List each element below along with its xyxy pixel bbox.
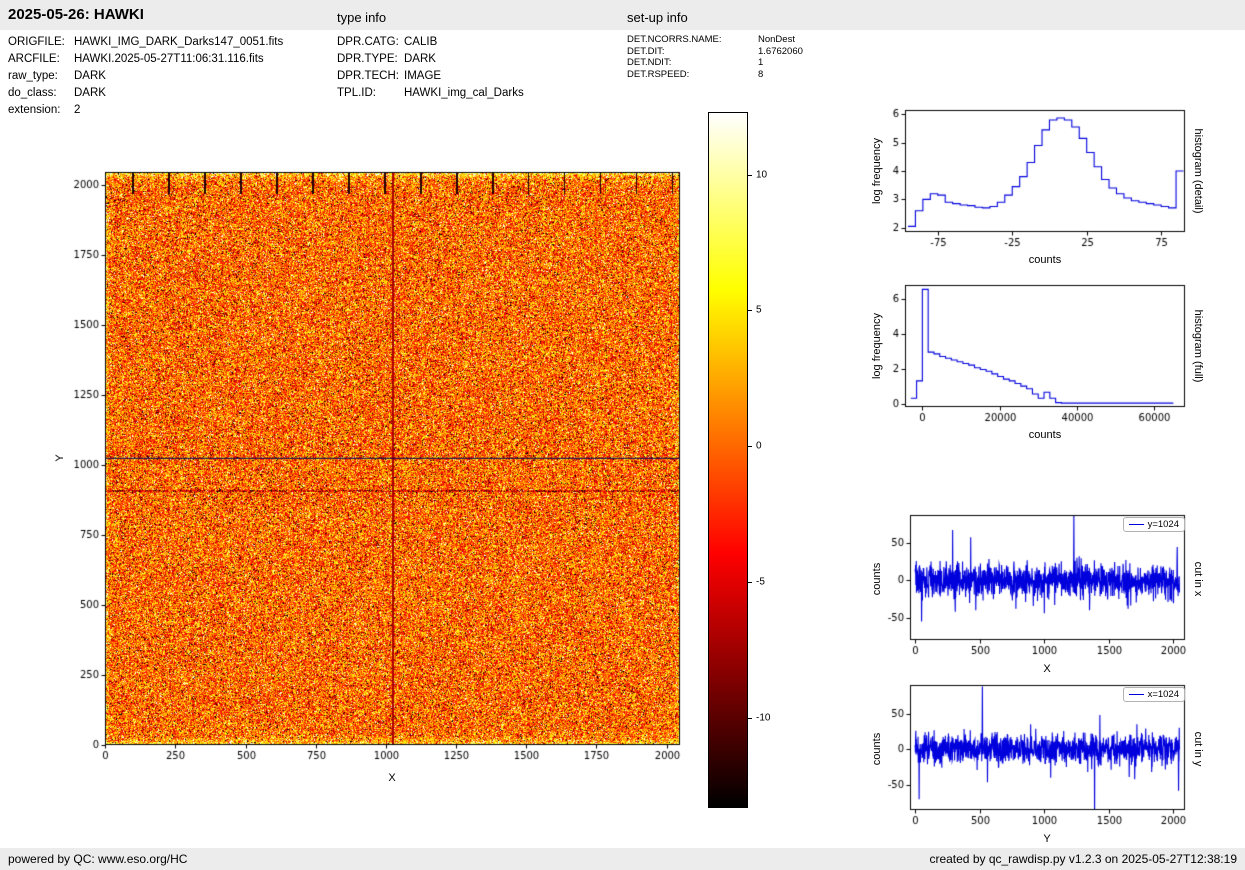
histogram-full-canvas (855, 275, 1210, 450)
metadata-row: ARCFILE:HAWKI.2025-05-27T11:06:31.116.fi… (8, 51, 283, 68)
legend-line-icon (1129, 694, 1144, 695)
histogram-detail-plot: log frequency histogram (detail) counts (855, 100, 1215, 285)
metadata-value: HAWKI.2025-05-27T11:06:31.116.fits (74, 51, 264, 68)
type-info-column: DPR.CATG:CALIBDPR.TYPE:DARKDPR.TECH:IMAG… (337, 34, 524, 102)
histogram-detail-canvas (855, 100, 1210, 275)
metadata-key: TPL.ID: (337, 85, 404, 102)
histogram-detail-xlabel: counts (1029, 254, 1061, 266)
cut-in-y-side-label: cut in y (1192, 732, 1204, 767)
colorbar: 10 5 0 -5 -10 (708, 112, 798, 808)
legend-line-icon (1129, 524, 1144, 525)
histogram-full-xlabel: counts (1029, 429, 1061, 441)
metadata-value: DARK (74, 68, 106, 85)
metadata-value: NonDest (758, 34, 795, 46)
metadata-value: IMAGE (404, 68, 441, 85)
colorbar-tick-mark (748, 310, 752, 311)
metadata-row: DET.DIT:1.6762060 (627, 46, 803, 58)
histogram-full-ylabel: log frequency (871, 313, 883, 379)
metadata-row: DPR.TYPE:DARK (337, 51, 524, 68)
metadata-row: DPR.TECH:IMAGE (337, 68, 524, 85)
cut-in-y-legend: x=1024 (1123, 687, 1185, 702)
metadata-value: CALIB (404, 34, 437, 51)
metadata-key: DET.NCORRS.NAME: (627, 34, 758, 46)
cut-in-y-legend-label: x=1024 (1148, 689, 1179, 700)
colorbar-tick-mark (748, 582, 752, 583)
metadata-row: DET.NDIT:1 (627, 57, 803, 69)
metadata-row: raw_type:DARK (8, 68, 283, 85)
metadata-value: HAWKI_img_cal_Darks (404, 85, 524, 102)
metadata-value: 2 (74, 102, 80, 119)
metadata-row: TPL.ID:HAWKI_img_cal_Darks (337, 85, 524, 102)
colorbar-gradient (708, 112, 748, 808)
metadata-key: DPR.TYPE: (337, 51, 404, 68)
metadata-row: extension:2 (8, 102, 283, 119)
metadata-key: raw_type: (8, 68, 74, 85)
metadata-key: DPR.CATG: (337, 34, 404, 51)
colorbar-tick-mark (748, 718, 752, 719)
colorbar-tick-label: 5 (756, 305, 762, 316)
metadata-row: ORIGFILE:HAWKI_IMG_DARK_Darks147_0051.fi… (8, 34, 283, 51)
file-info-column: ORIGFILE:HAWKI_IMG_DARK_Darks147_0051.fi… (8, 34, 283, 119)
dark-frame-image-canvas (40, 160, 740, 800)
type-info-heading: type info (337, 10, 386, 25)
metadata-row: do_class:DARK (8, 85, 283, 102)
footer-right-text: created by qc_rawdisp.py v1.2.3 on 2025-… (929, 852, 1237, 866)
metadata-row: DET.NCORRS.NAME:NonDest (627, 34, 803, 46)
metadata-row: DPR.CATG:CALIB (337, 34, 524, 51)
cut-in-y-xlabel: Y (1043, 833, 1050, 845)
cut-in-x-side-label: cut in x (1192, 562, 1204, 597)
colorbar-tick-label: -5 (756, 577, 765, 588)
metadata-row: DET.RSPEED:8 (627, 69, 803, 81)
cut-in-x-ylabel: counts (871, 563, 883, 595)
qc-report-page: 2025-05-26: HAWKI type info set-up info … (0, 0, 1245, 870)
header-bar: 2025-05-26: HAWKI type info set-up info (0, 0, 1245, 30)
main-plot-ylabel: Y (54, 454, 66, 461)
histogram-detail-side-label: histogram (detail) (1192, 129, 1204, 214)
footer-bar: powered by QC: www.eso.org/HC created by… (0, 848, 1245, 870)
main-plot-xlabel: X (388, 772, 395, 784)
metadata-key: extension: (8, 102, 74, 119)
metadata-key: ORIGFILE: (8, 34, 74, 51)
metadata-key: DET.RSPEED: (627, 69, 758, 81)
metadata-value: DARK (74, 85, 106, 102)
histogram-full-side-label: histogram (full) (1192, 310, 1204, 383)
colorbar-tick-label: -10 (756, 713, 770, 724)
metadata-key: do_class: (8, 85, 74, 102)
metadata-value: 1.6762060 (758, 46, 803, 58)
metadata-key: ARCFILE: (8, 51, 74, 68)
page-title: 2025-05-26: HAWKI (8, 6, 144, 23)
metadata-key: DPR.TECH: (337, 68, 404, 85)
cut-in-y-ylabel: counts (871, 733, 883, 765)
footer-left-text: powered by QC: www.eso.org/HC (8, 852, 187, 866)
setup-info-column: DET.NCORRS.NAME:NonDestDET.DIT:1.6762060… (627, 34, 803, 80)
cut-in-x-legend-label: y=1024 (1148, 519, 1179, 530)
colorbar-tick-mark (748, 446, 752, 447)
cut-in-x-plot: y=1024 counts cut in x X (855, 505, 1215, 690)
metadata-value: 8 (758, 69, 763, 81)
metadata-key: DET.DIT: (627, 46, 758, 58)
histogram-detail-ylabel: log frequency (871, 138, 883, 204)
metadata-value: HAWKI_IMG_DARK_Darks147_0051.fits (74, 34, 283, 51)
dark-frame-plot: Y X (40, 160, 740, 800)
cut-in-x-xlabel: X (1043, 663, 1050, 675)
cut-in-x-legend: y=1024 (1123, 517, 1185, 532)
metadata-value: DARK (404, 51, 436, 68)
colorbar-tick-label: 0 (756, 441, 762, 452)
metadata-key: DET.NDIT: (627, 57, 758, 69)
histogram-full-plot: log frequency histogram (full) counts (855, 275, 1215, 460)
colorbar-tick-label: 10 (756, 169, 767, 180)
metadata-value: 1 (758, 57, 763, 69)
setup-info-heading: set-up info (627, 10, 688, 25)
cut-in-y-plot: x=1024 counts cut in y Y (855, 675, 1215, 860)
colorbar-tick-mark (748, 175, 752, 176)
